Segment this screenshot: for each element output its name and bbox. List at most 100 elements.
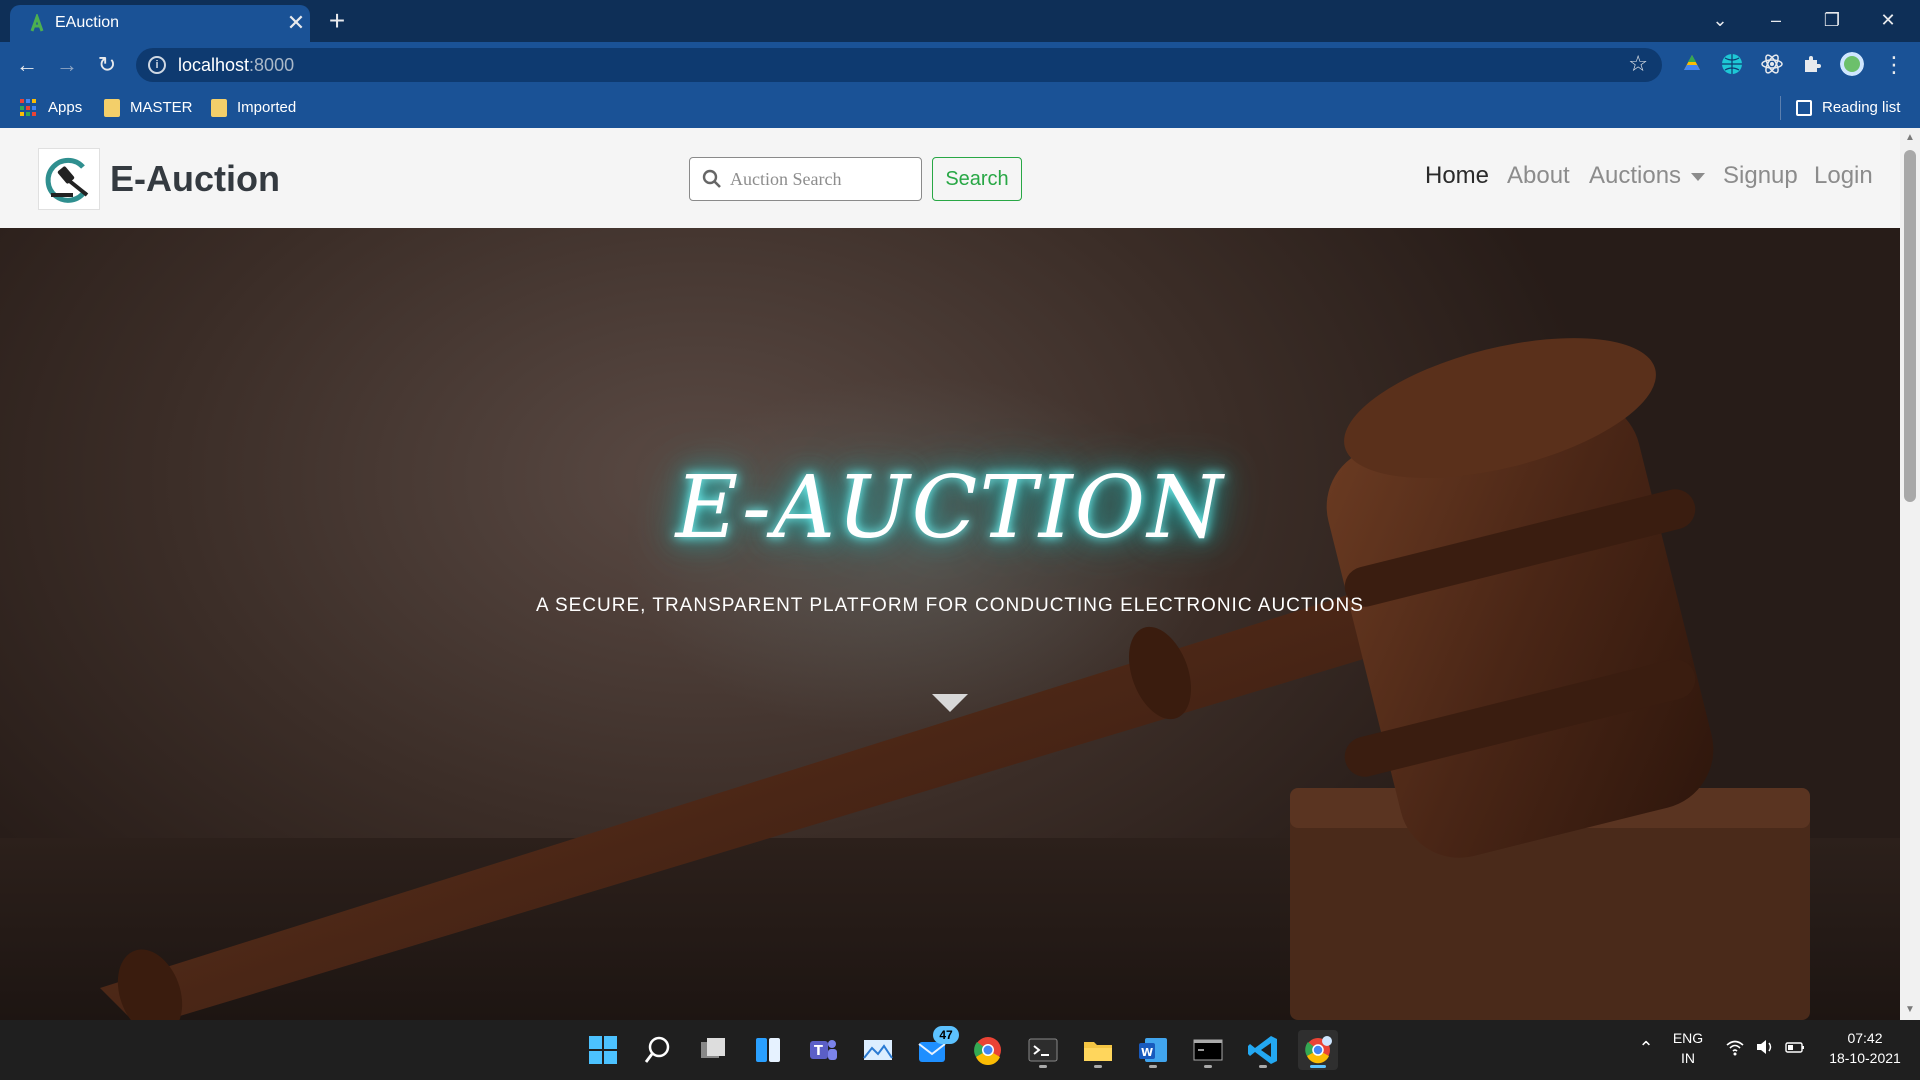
minimize-button[interactable]: – xyxy=(1748,0,1804,40)
mail-app-button[interactable]: 47 xyxy=(913,1026,959,1070)
cmd-taskbar-button[interactable] xyxy=(1188,1030,1228,1070)
chrome-icon xyxy=(974,1037,1001,1065)
close-window-button[interactable]: ✕ xyxy=(1860,0,1916,40)
new-tab-button[interactable]: + xyxy=(322,6,352,36)
mail-badge: 47 xyxy=(933,1026,959,1044)
extensions-puzzle-icon[interactable] xyxy=(1800,52,1824,76)
scrollbar-thumb[interactable] xyxy=(1904,150,1916,502)
vscode-icon xyxy=(1248,1036,1277,1064)
language-region: IN xyxy=(1681,1050,1695,1066)
bookmarks-divider xyxy=(1780,96,1781,120)
page-scrollbar[interactable]: ▲ ▼ xyxy=(1900,128,1920,1020)
search-icon xyxy=(702,169,721,188)
bookmark-label: Apps xyxy=(48,99,83,116)
url-port: :8000 xyxy=(249,55,295,75)
clock[interactable]: 07:42 18-10-2021 xyxy=(1822,1030,1908,1066)
profile-avatar[interactable] xyxy=(1840,52,1864,76)
chrome-active-taskbar-button[interactable] xyxy=(1298,1030,1338,1070)
language-indicator[interactable]: ENG IN xyxy=(1668,1030,1708,1066)
clock-time: 07:42 xyxy=(1847,1030,1883,1046)
gavel-background-image xyxy=(100,338,1810,1020)
nav-login[interactable]: Login xyxy=(1814,162,1873,190)
show-hidden-icons-chevron-icon[interactable]: ⌃ xyxy=(1636,1038,1656,1059)
back-button[interactable]: ← xyxy=(11,49,43,81)
file-explorer-button[interactable] xyxy=(1078,1030,1118,1070)
brand-logo[interactable] xyxy=(38,148,100,210)
teams-icon: T xyxy=(810,1040,837,1060)
brand-name[interactable]: E-Auction xyxy=(110,158,280,200)
hero-banner: E-AUCTION A SECURE, TRANSPARENT PLATFORM… xyxy=(0,228,1900,1020)
vscode-taskbar-button[interactable] xyxy=(1243,1030,1283,1070)
nav-auctions-dropdown[interactable]: Auctions xyxy=(1589,162,1706,190)
photos-icon xyxy=(863,1040,893,1060)
running-indicator xyxy=(1259,1065,1267,1068)
start-button[interactable] xyxy=(583,1030,623,1070)
folder-icon xyxy=(104,99,120,118)
language-code: ENG xyxy=(1672,1030,1704,1046)
nav-about[interactable]: About xyxy=(1507,162,1570,190)
scroll-down-arrow-icon[interactable] xyxy=(932,694,968,712)
url-host: localhost xyxy=(178,55,250,75)
bookmark-apps[interactable]: Apps xyxy=(20,97,82,119)
reading-list-label: Reading list xyxy=(1822,99,1901,116)
globe-extension-icon[interactable] xyxy=(1720,52,1744,76)
battery-icon[interactable] xyxy=(1782,1038,1808,1059)
bookmarks-bar: Apps MASTER Imported Reading list xyxy=(0,88,1920,128)
search-button[interactable]: Search xyxy=(932,157,1022,201)
auction-search-field[interactable] xyxy=(689,157,922,201)
command-prompt-icon xyxy=(1193,1039,1223,1061)
folder-icon xyxy=(211,99,227,118)
running-indicator xyxy=(1149,1065,1157,1068)
bookmark-label: Imported xyxy=(237,99,297,116)
react-devtools-extension-icon[interactable] xyxy=(1760,52,1784,76)
apps-grid-icon xyxy=(20,99,38,117)
tab-search-icon[interactable]: ⌄ xyxy=(1692,0,1748,40)
bookmark-star-icon[interactable]: ☆ xyxy=(1628,51,1648,77)
terminal-taskbar-button[interactable] xyxy=(1023,1030,1063,1070)
reading-list-button[interactable]: Reading list xyxy=(1796,97,1900,119)
browser-toolbar: ← → ↻ i localhost:8000 ☆ ⋮ xyxy=(0,42,1920,88)
volume-icon[interactable] xyxy=(1752,1038,1778,1059)
widgets-icon xyxy=(756,1038,780,1062)
page-viewport: E-Auction Search Home About Auctions Sig… xyxy=(0,128,1900,1020)
browser-tab[interactable]: EAuction ✕ xyxy=(10,5,310,42)
hero-title: E-AUCTION xyxy=(675,458,1225,558)
folder-taskbar-icon xyxy=(1084,1042,1112,1061)
site-info-icon[interactable]: i xyxy=(148,56,166,74)
photos-app-button[interactable] xyxy=(858,1030,898,1070)
active-indicator xyxy=(1310,1065,1326,1068)
bookmark-master[interactable]: MASTER xyxy=(104,97,193,119)
running-indicator xyxy=(1094,1065,1102,1068)
word-taskbar-button[interactable]: W xyxy=(1133,1030,1173,1070)
scroll-up-arrow-icon[interactable]: ▲ xyxy=(1904,132,1916,144)
taskbar-search-button[interactable] xyxy=(638,1030,678,1070)
nav-signup[interactable]: Signup xyxy=(1723,162,1798,190)
windows-taskbar: T 47 W ⌃ ENG IN 07:42 18-10-2021 xyxy=(0,1020,1920,1080)
task-view-icon xyxy=(701,1038,725,1058)
forward-button[interactable]: → xyxy=(51,49,83,81)
scroll-down-button-icon[interactable]: ▼ xyxy=(1904,1004,1916,1016)
chrome-profile-icon xyxy=(1305,1036,1332,1064)
restore-button[interactable]: ❐ xyxy=(1804,0,1860,40)
reload-button[interactable]: ↻ xyxy=(91,49,123,81)
magnifier-icon xyxy=(644,1036,670,1063)
task-view-button[interactable] xyxy=(693,1030,733,1070)
nav-home[interactable]: Home xyxy=(1425,162,1489,190)
auction-search-input[interactable] xyxy=(730,166,915,192)
widgets-button[interactable] xyxy=(748,1030,788,1070)
wifi-icon[interactable] xyxy=(1722,1038,1748,1059)
teams-chat-button[interactable]: T xyxy=(803,1030,843,1070)
chrome-taskbar-button[interactable] xyxy=(968,1030,1008,1070)
address-bar[interactable]: i localhost:8000 ☆ xyxy=(136,48,1662,82)
gavel-logo-icon xyxy=(45,157,89,203)
url-text: localhost:8000 xyxy=(178,55,294,76)
chrome-menu-icon[interactable]: ⋮ xyxy=(1878,49,1910,81)
tab-close-icon[interactable]: ✕ xyxy=(282,9,310,37)
bookmark-imported[interactable]: Imported xyxy=(211,97,296,119)
running-indicator xyxy=(1039,1065,1047,1068)
word-icon: W xyxy=(1139,1038,1167,1062)
running-indicator xyxy=(1204,1065,1212,1068)
bookmark-label: MASTER xyxy=(130,99,193,116)
google-drive-extension-icon[interactable] xyxy=(1680,52,1704,76)
site-navbar: E-Auction Search Home About Auctions Sig… xyxy=(0,128,1900,228)
